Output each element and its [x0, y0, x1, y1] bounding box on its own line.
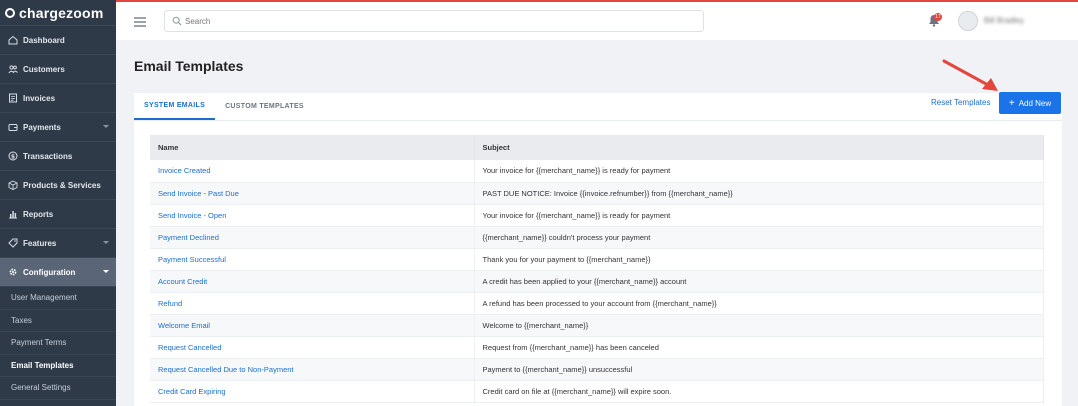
- sidebar-item-label: Payments: [23, 122, 61, 132]
- sidebar-subitem-email-templates[interactable]: Email Templates: [0, 355, 116, 377]
- chevron-down-icon: [103, 270, 109, 273]
- plus-icon: +: [1008, 97, 1015, 109]
- sidebar-item-customers[interactable]: Customers: [0, 55, 116, 84]
- table-row: Invoice Created Your invoice for {{mercha…: [150, 160, 1044, 183]
- sidebar-item-features[interactable]: Features: [0, 229, 116, 258]
- annotation-arrow-icon: [942, 59, 998, 91]
- wallet-icon: [7, 122, 18, 133]
- sidebar-item-label: Invoices: [23, 93, 56, 103]
- sidebar-item-transactions[interactable]: $ Transactions: [0, 142, 116, 171]
- email-templates-card: SYSTEM EMAILS CUSTOM TEMPLATES Reset Tem…: [134, 92, 1062, 406]
- sidebar-item-configuration[interactable]: Configuration: [0, 258, 116, 287]
- template-subject: Your invoice for {{merchant_name}} is re…: [474, 160, 1044, 183]
- tab-divider: [134, 120, 1062, 121]
- sidebar-item-label: Transactions: [23, 151, 73, 161]
- logo-icon: [5, 7, 15, 18]
- template-name-link[interactable]: Send Invoice - Past Due: [150, 182, 475, 205]
- template-subject: Thank you for your payment to {{merchant…: [474, 248, 1044, 271]
- template-name-link[interactable]: Invoice Created: [150, 160, 475, 183]
- chevron-down-icon: [103, 241, 109, 244]
- table-row: Credit Card Expiring Credit card on file …: [150, 380, 1044, 403]
- template-subject: Your invoice for {{merchant_name}} is re…: [474, 204, 1044, 227]
- template-name-link[interactable]: Request Cancelled: [150, 336, 475, 359]
- sidebar-item-dashboard[interactable]: Dashboard: [0, 26, 116, 55]
- notification-count-badge: 17: [934, 13, 942, 21]
- svg-text:$: $: [10, 153, 14, 160]
- chevron-down-icon: [103, 125, 109, 128]
- tag-icon: [7, 238, 18, 249]
- table-row: Request Cancelled Request from {{merchant…: [150, 336, 1044, 359]
- sidebar-item-label: Products & Services: [23, 180, 101, 190]
- template-subject: Credit card on file at {{merchant_name}}…: [474, 380, 1044, 403]
- sidebar-item-reports[interactable]: Reports: [0, 200, 116, 229]
- tab-system-emails[interactable]: SYSTEM EMAILS: [134, 93, 216, 120]
- search-box: [164, 10, 704, 32]
- table-row: Send Invoice - Past Due PAST DUE NOTICE: …: [150, 182, 1044, 205]
- column-header-name[interactable]: Name: [150, 135, 475, 160]
- template-name-link[interactable]: Account Credit: [150, 270, 475, 293]
- sidebar-item-label: Reports: [23, 209, 54, 219]
- sidebar-item-label: Customers: [23, 64, 65, 74]
- table-header-row: Name Subject: [150, 135, 1044, 160]
- template-name-link[interactable]: Payment Successful: [150, 248, 475, 271]
- sidebar-item-label: Dashboard: [23, 35, 65, 45]
- template-name-link[interactable]: Send Invoice - Open: [150, 204, 475, 227]
- users-icon: [7, 64, 18, 75]
- template-subject: PAST DUE NOTICE: Invoice {{invoice.refnu…: [474, 182, 1044, 205]
- template-name-link[interactable]: Credit Card Expiring: [150, 380, 475, 403]
- sidebar-item-label: Features: [23, 238, 57, 248]
- column-header-subject[interactable]: Subject: [474, 135, 1044, 160]
- sidebar-subitem-general-settings[interactable]: General Settings: [0, 377, 116, 400]
- sidebar-subitem-payment-terms[interactable]: Payment Terms: [0, 332, 116, 355]
- home-icon: [7, 35, 18, 46]
- sidebar-subitem-user-management[interactable]: User Management: [0, 287, 116, 310]
- template-name-link[interactable]: Payment Declined: [150, 226, 475, 249]
- template-name-link[interactable]: Welcome Email: [150, 314, 475, 337]
- sidebar-item-payments[interactable]: Payments: [0, 113, 116, 142]
- template-tabs: SYSTEM EMAILS CUSTOM TEMPLATES: [134, 93, 314, 120]
- template-subject: Payment to {{merchant_name}} unsuccessfu…: [474, 358, 1044, 381]
- sidebar-subitem-taxes[interactable]: Taxes: [0, 310, 116, 332]
- brand-logo[interactable]: chargezoom: [0, 0, 116, 26]
- user-name[interactable]: Bill Bradley: [984, 16, 1024, 25]
- template-name-link[interactable]: Refund: [150, 292, 475, 315]
- box-icon: [7, 180, 18, 191]
- template-subject: {{merchant_name}} couldn't process your …: [474, 226, 1044, 249]
- add-new-button[interactable]: + Add New: [999, 92, 1061, 114]
- bar-chart-icon: [7, 209, 18, 220]
- gear-icon: [7, 267, 18, 278]
- reset-templates-link[interactable]: Reset Templates: [931, 98, 990, 107]
- template-subject: Request from {{merchant_name}} has been …: [474, 336, 1044, 359]
- table-row: Account Credit A credit has been applied …: [150, 270, 1044, 293]
- template-name-link[interactable]: Request Cancelled Due to Non-Payment: [150, 358, 475, 381]
- template-subject: A credit has been applied to your {{merc…: [474, 270, 1044, 293]
- page-title: Email Templates: [134, 58, 244, 74]
- sidebar-item-products-services[interactable]: Products & Services: [0, 171, 116, 200]
- tab-custom-templates[interactable]: CUSTOM TEMPLATES: [215, 93, 314, 120]
- table-row: Send Invoice - Open Your invoice for {{me…: [150, 204, 1044, 227]
- brand-name: chargezoom: [19, 4, 104, 21]
- table-row: Payment Successful Thank you for your pay…: [150, 248, 1044, 271]
- table-row: Welcome Email Welcome to {{merchant_name}…: [150, 314, 1044, 337]
- templates-table: Name Subject Invoice Created Your invoice…: [150, 135, 1044, 403]
- sidebar: chargezoom Dashboard Customers Invoices …: [0, 0, 116, 406]
- invoice-icon: [7, 93, 18, 104]
- sidebar-item-invoices[interactable]: Invoices: [0, 84, 116, 113]
- table-row: Refund A refund has been processed to you…: [150, 292, 1044, 315]
- search-icon: [172, 16, 182, 26]
- sidebar-item-label: Configuration: [23, 267, 76, 277]
- avatar[interactable]: [958, 11, 978, 31]
- table-row: Request Cancelled Due to Non-Payment Paym…: [150, 358, 1044, 381]
- top-bar: 17 Bill Bradley: [116, 0, 1078, 40]
- template-subject: Welcome to {{merchant_name}}: [474, 314, 1044, 337]
- table-row: Payment Declined {{merchant_name}} couldn…: [150, 226, 1044, 249]
- template-subject: A refund has been processed to your acco…: [474, 292, 1044, 315]
- menu-toggle-icon[interactable]: [134, 17, 146, 27]
- dollar-icon: $: [7, 151, 18, 162]
- search-input[interactable]: [185, 14, 685, 28]
- add-new-label: Add New: [1018, 98, 1052, 108]
